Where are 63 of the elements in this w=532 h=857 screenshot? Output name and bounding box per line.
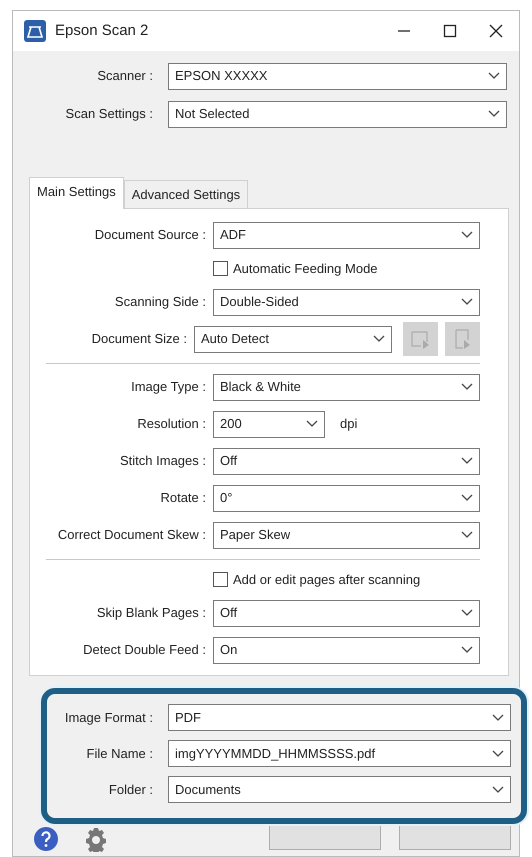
field-label: Detect Double Feed :	[82, 641, 206, 660]
chevron-down-icon	[461, 457, 473, 465]
dropdown[interactable]: On	[213, 636, 480, 664]
dropdown[interactable]: Off	[213, 600, 480, 626]
field-label: Scan Settings :	[64, 105, 153, 124]
field-label: Skip Blank Pages :	[96, 604, 206, 622]
dropdown[interactable]: 200	[213, 410, 325, 438]
chevron-down-icon	[488, 72, 500, 80]
document-size-icon-button[interactable]	[445, 322, 480, 356]
dropdown[interactable]: ADF	[213, 222, 480, 248]
chevron-down-icon	[461, 298, 473, 306]
dropdown[interactable]: Documents	[168, 776, 511, 803]
field-label: Correct Document Skew :	[56, 526, 206, 544]
dropdown[interactable]: imgYYYYMMDD_HHMMSSSS.pdf	[168, 740, 511, 767]
unit-label: dpi	[340, 415, 358, 434]
tab[interactable]: Main Settings	[29, 177, 124, 208]
dropdown[interactable]: Black & White	[213, 374, 480, 400]
tab[interactable]: Advanced Settings	[124, 180, 248, 208]
field-label: File Name :	[86, 744, 153, 763]
chevron-down-icon	[492, 714, 504, 722]
checkbox[interactable]	[213, 572, 228, 587]
dropdown[interactable]: Double-Sided	[213, 288, 480, 316]
dropdown[interactable]: Auto Detect	[194, 326, 392, 352]
chevron-down-icon	[306, 420, 318, 428]
settings-icon[interactable]	[83, 826, 109, 852]
dropdown[interactable]: Paper Skew	[213, 522, 480, 548]
checkbox[interactable]	[213, 261, 228, 276]
chevron-down-icon	[488, 110, 500, 118]
dropdown[interactable]: Off	[213, 448, 480, 474]
app-icon	[23, 19, 47, 43]
document-size-icon-button[interactable]	[403, 322, 438, 356]
chevron-down-icon	[461, 383, 473, 391]
chevron-down-icon	[492, 786, 504, 794]
chevron-down-icon	[461, 609, 473, 617]
window-title: Epson Scan 2	[55, 20, 150, 41]
chevron-down-icon	[461, 231, 473, 239]
chevron-down-icon	[461, 494, 473, 502]
chevron-down-icon	[373, 335, 385, 343]
dropdown[interactable]: Not Selected	[168, 100, 507, 128]
field-label: Document Size :	[90, 330, 187, 348]
close-icon	[488, 23, 504, 39]
chevron-down-icon	[461, 531, 473, 539]
chevron-down-icon	[492, 750, 504, 758]
dropdown[interactable]: EPSON XXXXX	[168, 62, 507, 90]
dropdown[interactable]: 0°	[213, 484, 480, 512]
field-label: Folder :	[108, 780, 153, 799]
chevron-down-icon	[461, 646, 473, 654]
field-label: Image Format :	[64, 708, 153, 727]
dialog-button[interactable]	[399, 826, 511, 850]
field-label: Document Source :	[94, 226, 206, 244]
maximize-icon	[442, 23, 458, 39]
dialog-button[interactable]	[269, 826, 381, 850]
help-icon[interactable]	[33, 826, 59, 852]
checkbox-label: Add or edit pages after scanning	[233, 570, 420, 589]
minimize-icon	[398, 30, 410, 32]
field-label: Resolution :	[136, 415, 206, 434]
field-label: Stitch Images :	[119, 452, 206, 470]
field-label: Image Type :	[130, 378, 206, 396]
dropdown[interactable]: PDF	[168, 704, 511, 731]
checkbox-label: Automatic Feeding Mode	[233, 260, 378, 278]
field-label: Scanning Side :	[114, 293, 206, 312]
field-label: Rotate :	[159, 489, 206, 508]
field-label: Scanner :	[96, 67, 153, 86]
